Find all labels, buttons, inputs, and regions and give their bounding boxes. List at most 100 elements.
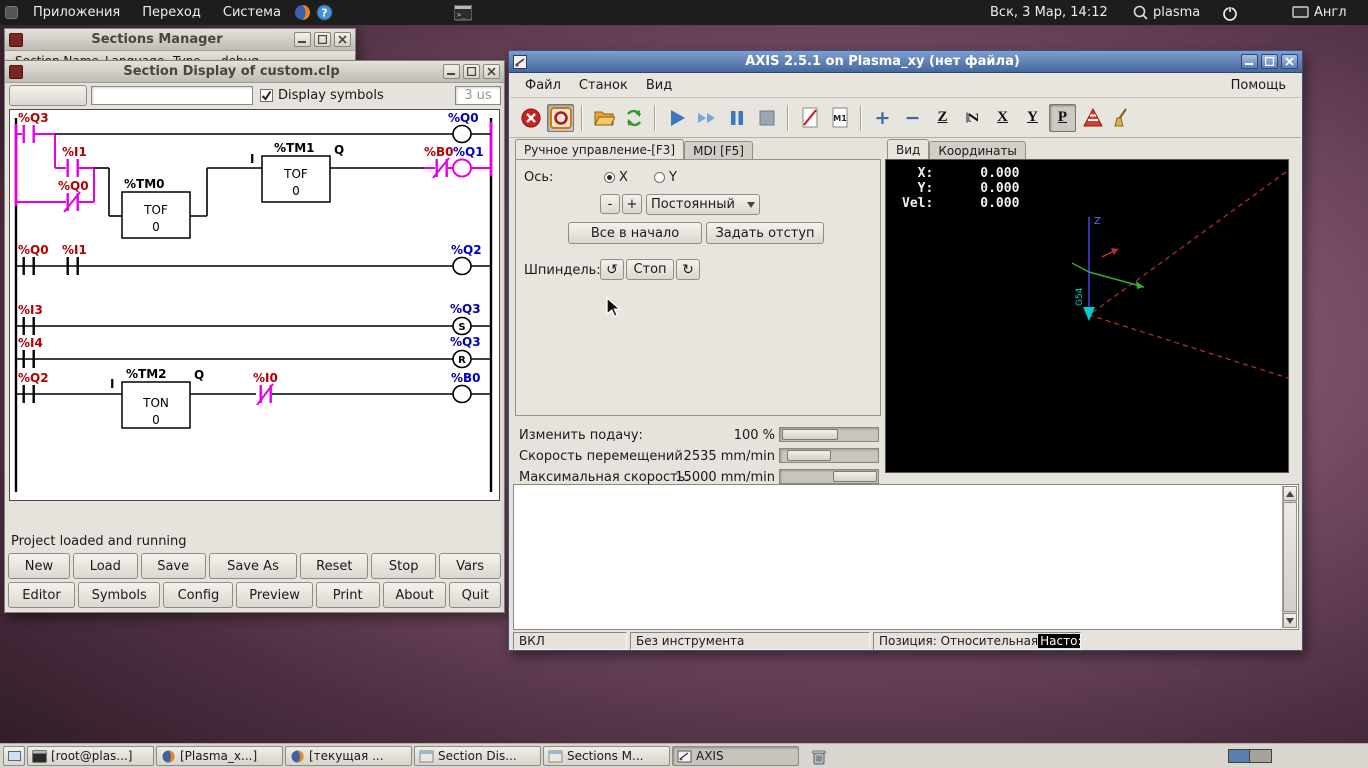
touch-off-button[interactable]: Задать отступ <box>706 222 824 244</box>
scroll-down-button[interactable] <box>1283 613 1297 628</box>
tab-mdi[interactable]: MDI [F5] <box>684 141 753 159</box>
close-button[interactable] <box>1281 54 1298 69</box>
menu-help[interactable]: Помощь <box>1222 75 1295 96</box>
zoom-out-button[interactable]: − <box>899 104 926 132</box>
preview-canvas[interactable]: X: 0.000 Y: 0.000 Vel: 0.000 Z G54 <box>885 159 1289 473</box>
jog-speed-combo[interactable]: Постоянный <box>646 194 760 215</box>
distro-menu-icon[interactable] <box>0 2 22 24</box>
estop-button[interactable] <box>547 103 574 132</box>
pause-button[interactable] <box>723 104 750 132</box>
axis-titlebar[interactable]: AXIS 2.5.1 on Plasma_xy (нет файла) <box>509 51 1302 73</box>
load-button[interactable]: Load <box>72 553 138 579</box>
show-desktop-button[interactable] <box>3 746 25 766</box>
symbols-button[interactable]: Symbols <box>77 582 161 608</box>
save-button[interactable]: Save <box>140 553 206 579</box>
home-all-button[interactable]: Все в начало <box>568 222 702 244</box>
minimize-button[interactable] <box>443 64 460 79</box>
view-x-button[interactable]: X <box>989 104 1016 132</box>
slider-handle[interactable] <box>782 429 838 440</box>
firefox-launcher-icon[interactable] <box>292 2 314 24</box>
scrollbar[interactable] <box>1282 486 1297 628</box>
user-applet[interactable]: plasma <box>1153 5 1200 20</box>
save-as-button[interactable]: Save As <box>208 553 298 579</box>
machine-off-button[interactable] <box>517 104 544 132</box>
shutdown-button[interactable] <box>1222 0 1238 25</box>
maximize-button[interactable] <box>463 64 480 79</box>
tab-manual-control[interactable]: Ручное управление-[F3] <box>515 139 685 159</box>
close-button[interactable] <box>483 64 500 79</box>
view-z-rotated-button[interactable]: Z <box>959 104 986 132</box>
spindle-ccw-button[interactable]: ↺ <box>600 259 624 280</box>
config-button[interactable]: Config <box>163 582 234 608</box>
radio-axis-x[interactable]: X <box>604 170 628 185</box>
run-button[interactable] <box>663 104 690 132</box>
spindle-cw-button[interactable]: ↻ <box>676 259 700 280</box>
print-button[interactable]: Print <box>315 582 380 608</box>
preview-button[interactable]: Preview <box>236 582 313 608</box>
step-button[interactable] <box>693 104 720 132</box>
taskbar-item-firefox-1[interactable]: [Plasma_x...] <box>156 746 283 766</box>
slider-handle[interactable] <box>833 471 877 482</box>
slider-handle[interactable] <box>787 450 831 461</box>
section-combo[interactable] <box>9 85 87 106</box>
minimize-button[interactable] <box>1241 54 1258 69</box>
tab-preview[interactable]: Вид <box>887 139 930 159</box>
maximize-button[interactable] <box>1261 54 1278 69</box>
menu-machine[interactable]: Станок <box>570 75 637 96</box>
about-button[interactable]: About <box>382 582 447 608</box>
menu-places[interactable]: Переход <box>131 1 212 24</box>
quit-button[interactable]: Quit <box>449 582 501 608</box>
scan-time-field[interactable]: 3 us <box>455 86 501 105</box>
taskbar-item-axis[interactable]: AXIS <box>672 746 799 766</box>
maximize-button[interactable] <box>314 32 331 47</box>
trash-applet[interactable] <box>811 748 827 765</box>
feed-override-slider[interactable] <box>779 427 879 442</box>
jog-speed-slider[interactable] <box>779 448 879 463</box>
new-button[interactable]: New <box>8 553 70 579</box>
terminal-tray-icon[interactable]: >_ <box>452 2 474 24</box>
zoom-in-button[interactable]: + <box>869 104 896 132</box>
rotate-view-button[interactable] <box>1079 104 1106 132</box>
display-symbols-checkbox[interactable] <box>260 89 273 102</box>
radio-axis-y[interactable]: Y <box>654 170 677 185</box>
menu-view[interactable]: Вид <box>637 75 681 96</box>
reset-button[interactable]: Reset <box>300 553 369 579</box>
reload-button[interactable] <box>620 104 647 132</box>
view-y-button[interactable]: Y <box>1019 104 1046 132</box>
scroll-up-button[interactable] <box>1283 486 1297 501</box>
workspace-2[interactable] <box>1250 749 1272 763</box>
message-area[interactable] <box>513 484 1299 630</box>
sections-manager-titlebar[interactable]: Sections Manager <box>5 29 355 51</box>
taskbar-item-section-display[interactable]: Section Dis... <box>414 746 541 766</box>
minimize-button[interactable] <box>294 32 311 47</box>
editor-button[interactable]: Editor <box>8 582 75 608</box>
section-display-titlebar[interactable]: Section Display of custom.clp <box>5 61 504 83</box>
clock[interactable]: Вск, 3 Мар, 14:12 <box>990 0 1108 25</box>
jog-minus-button[interactable]: - <box>600 194 620 214</box>
close-button[interactable] <box>334 32 351 47</box>
taskbar-item-sections-manager[interactable]: Sections M... <box>543 746 670 766</box>
clear-plot-button[interactable] <box>1109 104 1136 132</box>
block-delete-button[interactable] <box>796 104 823 132</box>
open-file-button[interactable] <box>590 104 617 132</box>
spindle-stop-button[interactable]: Стоп <box>626 259 674 280</box>
vars-button[interactable]: Vars <box>439 553 501 579</box>
workspace-1[interactable] <box>1228 749 1250 763</box>
optional-stop-button[interactable]: M1 <box>826 104 853 132</box>
menu-file[interactable]: Файл <box>516 75 570 96</box>
stop-program-button[interactable] <box>753 104 780 132</box>
jog-plus-button[interactable]: + <box>622 194 642 214</box>
view-z-button[interactable]: Z <box>929 104 956 132</box>
taskbar-item-terminal[interactable]: [root@plas...] <box>27 746 154 766</box>
view-perspective-button[interactable]: P <box>1049 103 1076 132</box>
menu-system[interactable]: Система <box>212 1 292 24</box>
taskbar-item-firefox-2[interactable]: [текущая ... <box>285 746 412 766</box>
section-entry[interactable] <box>91 86 253 105</box>
tab-dro[interactable]: Координаты <box>929 141 1026 159</box>
keyboard-layout-indicator[interactable]: Англ <box>1314 5 1347 20</box>
help-launcher-icon[interactable]: ? <box>314 2 336 24</box>
stop-button[interactable]: Stop <box>371 553 437 579</box>
menu-applications[interactable]: Приложения <box>22 1 131 24</box>
scrollbar-thumb[interactable] <box>1283 502 1297 612</box>
max-velocity-slider[interactable] <box>779 469 879 484</box>
